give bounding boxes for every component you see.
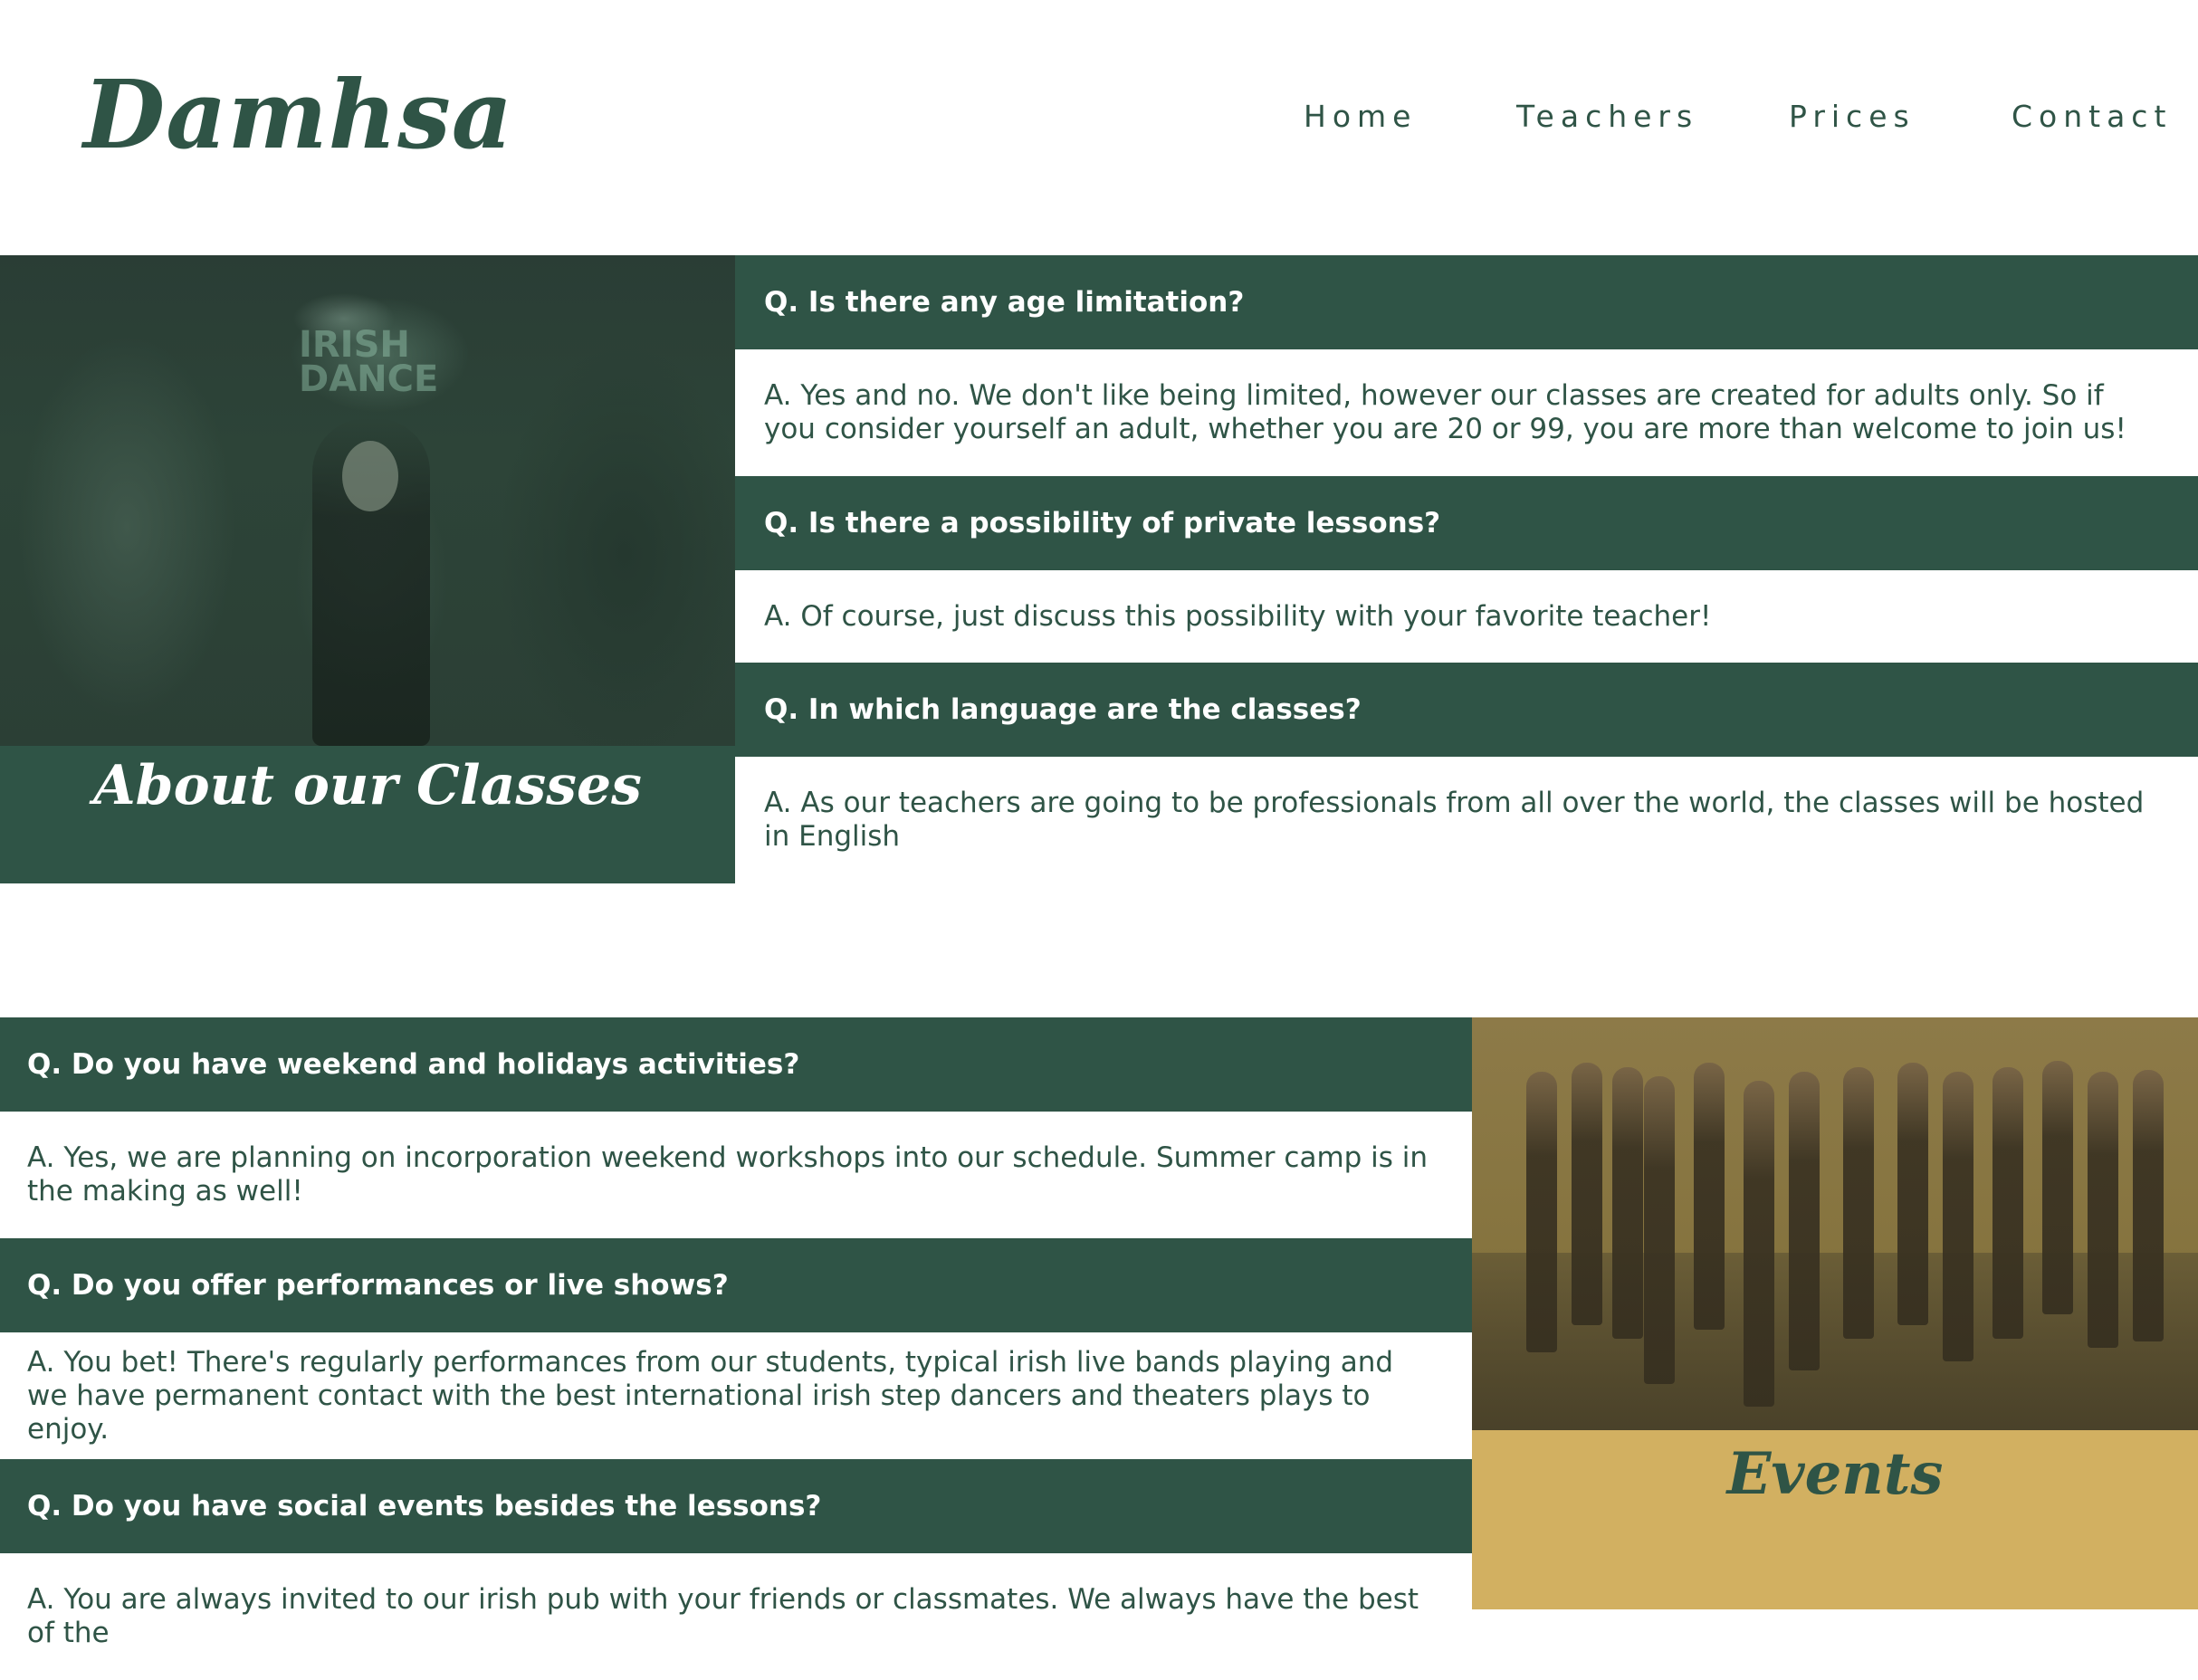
dancer-head (342, 441, 398, 511)
about-classes-photo: IRISH DANCE (0, 255, 735, 746)
dancer-silhouette (1572, 1063, 1602, 1325)
nav-teachers-link[interactable]: Teachers (1516, 94, 1698, 139)
nav-prices-link[interactable]: Prices (1789, 94, 1916, 139)
site-header: Damhsa Home Teachers Prices Contact (0, 0, 2198, 255)
dancer-silhouette (1943, 1072, 1973, 1361)
faq-answer-text: A. As our teachers are going to be profe… (764, 787, 2145, 853)
dancer-silhouette (1843, 1067, 1874, 1339)
dancer-silhouette (1744, 1081, 1774, 1407)
dance-school-sign: IRISH DANCE (299, 324, 439, 400)
faq-question[interactable]: Q. Is there a possibility of private les… (735, 476, 2198, 570)
dancer-silhouette (2042, 1061, 2073, 1314)
about-classes-title: About our Classes (93, 754, 642, 817)
faq-answer: A. You are always invited to our irish p… (0, 1553, 1472, 1680)
faq-question[interactable]: Q. Do you offer performances or live sho… (0, 1238, 1472, 1332)
faq-answer: A. Yes and no. We don't like being limit… (735, 349, 2198, 476)
dancer-silhouette (2088, 1072, 2118, 1348)
events-title: Events (1726, 1440, 1944, 1508)
faq-question[interactable]: Q. Do you have social events besides the… (0, 1459, 1472, 1553)
faq-answer: A. As our teachers are going to be profe… (735, 757, 2198, 883)
faq-answer: A. You bet! There's regularly performanc… (0, 1332, 1472, 1459)
about-faq-list: Q. Is there any age limitation? A. Yes a… (735, 255, 2198, 883)
faq-question[interactable]: Q. Is there any age limitation? (735, 255, 2198, 349)
events-faq-list: Q. Do you have weekend and holidays acti… (0, 1017, 1472, 1680)
faq-question[interactable]: Q. Do you have weekend and holidays acti… (0, 1017, 1472, 1112)
dancer-silhouette (1789, 1072, 1820, 1370)
faq-answer-text: A. Of course, just discuss this possibil… (764, 599, 1712, 633)
dancer-silhouette (1526, 1072, 1557, 1352)
dancer-silhouette (1993, 1067, 2023, 1339)
nav-home-link[interactable]: Home (1304, 94, 1417, 139)
dancer-silhouette (2133, 1070, 2164, 1341)
faq-answer-text: A. You are always invited to our irish p… (27, 1583, 1419, 1649)
site-logo[interactable]: Damhsa (83, 56, 513, 174)
faq-question[interactable]: Q. In which language are the classes? (735, 663, 2198, 757)
dancer-silhouette (1897, 1063, 1928, 1325)
dancer-silhouette (1644, 1076, 1675, 1384)
events-dancers-photo (1472, 1017, 2198, 1430)
faq-answer-text: A. Yes and no. We don't like being limit… (764, 379, 2126, 445)
dancer-silhouette (1612, 1067, 1643, 1339)
faq-answer-text: A. You bet! There's regularly performanc… (27, 1345, 1394, 1446)
faq-answer: A. Of course, just discuss this possibil… (735, 570, 2198, 663)
nav-contact-link[interactable]: Contact (2012, 94, 2172, 139)
faq-answer-text: A. Yes, we are planning on incorporation… (27, 1141, 1429, 1208)
faq-answer: A. Yes, we are planning on incorporation… (0, 1112, 1472, 1238)
dancer-silhouette (1694, 1063, 1725, 1330)
